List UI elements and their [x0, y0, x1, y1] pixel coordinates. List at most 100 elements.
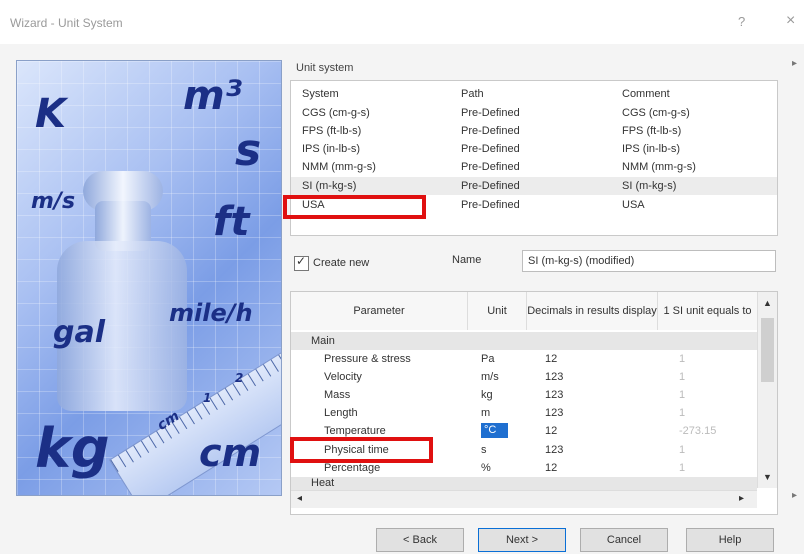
- param-decimals[interactable]: 123: [545, 407, 563, 419]
- param-name: Length: [324, 407, 358, 419]
- param-decimals[interactable]: 123: [545, 389, 563, 401]
- param-row-pressure[interactable]: Pressure & stress Pa 12 1: [291, 350, 757, 369]
- horizontal-scrollbar[interactable]: ◂ ▸: [291, 490, 757, 508]
- help-icon[interactable]: ?: [738, 14, 745, 29]
- create-new-label: Create new: [313, 257, 370, 269]
- param-unit[interactable]: m/s: [481, 371, 499, 383]
- column-system[interactable]: System: [302, 88, 339, 100]
- column-comment[interactable]: Comment: [622, 88, 670, 100]
- scroll-right-icon[interactable]: ▸: [739, 493, 744, 504]
- scroll-thumb[interactable]: [761, 318, 774, 382]
- param-si-factor: 1: [679, 444, 686, 456]
- list-row-usa[interactable]: USA Pre-Defined USA: [291, 196, 777, 214]
- system-name: NMM (mm-g-s): [302, 161, 376, 173]
- glyph-cubic-meter: m³: [183, 73, 243, 119]
- window-title: Wizard - Unit System: [10, 16, 123, 30]
- system-path: Pre-Defined: [461, 161, 520, 173]
- unit-system-list[interactable]: System Path Comment CGS (cm-g-s) Pre-Def…: [290, 80, 778, 236]
- scroll-down-icon[interactable]: ▼: [763, 472, 772, 482]
- param-unit[interactable]: %: [481, 462, 491, 474]
- list-row-cgs[interactable]: CGS (cm-g-s) Pre-Defined CGS (cm-g-s): [291, 104, 777, 122]
- list-row-fps[interactable]: FPS (ft-lb-s) Pre-Defined FPS (ft-lb-s): [291, 122, 777, 140]
- close-icon[interactable]: ×: [786, 12, 795, 30]
- group-main[interactable]: Main: [291, 332, 757, 350]
- system-name: USA: [302, 199, 325, 211]
- param-unit[interactable]: s: [481, 444, 487, 456]
- vertical-scrollbar[interactable]: ▲ ▼: [757, 292, 777, 488]
- system-path: Pre-Defined: [461, 125, 520, 137]
- glyph-centimeter: cm: [199, 431, 262, 475]
- param-name: Pressure & stress: [324, 353, 411, 365]
- column-parameter[interactable]: Parameter: [291, 292, 468, 330]
- param-row-velocity[interactable]: Velocity m/s 123 1: [291, 368, 757, 387]
- system-path: Pre-Defined: [461, 199, 520, 211]
- param-row-mass[interactable]: Mass kg 123 1: [291, 386, 757, 405]
- param-row-percentage[interactable]: Percentage % 12 1: [291, 459, 757, 478]
- glyph-mile-per-hour: mile/h: [169, 299, 253, 327]
- glyph-kilogram: kg: [35, 417, 110, 480]
- param-unit[interactable]: Pa: [481, 353, 494, 365]
- system-name: IPS (in-lb-s): [302, 143, 361, 155]
- glyph-kelvin: K: [35, 91, 66, 137]
- param-decimals[interactable]: 12: [545, 462, 557, 474]
- scroll-left-icon[interactable]: ◂: [297, 493, 302, 504]
- help-button[interactable]: Help: [686, 528, 774, 552]
- param-row-length[interactable]: Length m 123 1: [291, 404, 757, 423]
- parameter-grid[interactable]: Parameter Unit Decimals in results displ…: [290, 291, 778, 515]
- system-name: CGS (cm-g-s): [302, 107, 370, 119]
- column-unit[interactable]: Unit: [468, 292, 527, 330]
- column-path[interactable]: Path: [461, 88, 484, 100]
- unit-system-label: Unit system: [296, 62, 354, 74]
- list-row-si[interactable]: SI (m-kg-s) Pre-Defined SI (m-kg-s): [291, 177, 777, 195]
- system-comment: FPS (ft-lb-s): [622, 125, 682, 137]
- list-row-ips[interactable]: IPS (in-lb-s) Pre-Defined IPS (in-lb-s): [291, 140, 777, 158]
- system-comment: CGS (cm-g-s): [622, 107, 690, 119]
- column-decimals[interactable]: Decimals in results display: [527, 292, 658, 330]
- system-name: SI (m-kg-s): [302, 180, 357, 192]
- system-path: Pre-Defined: [461, 143, 520, 155]
- glyph-second: s: [235, 125, 262, 176]
- list-row-nmm[interactable]: NMM (mm-g-s) Pre-Defined NMM (mm-g-s): [291, 158, 777, 176]
- param-row-physical-time[interactable]: Physical time s 123 1: [291, 441, 757, 460]
- param-si-factor: 1: [679, 353, 686, 365]
- scroll-right-icon[interactable]: ▸: [792, 58, 797, 69]
- ruler-tick-2: 2: [235, 371, 244, 385]
- list-header: System Path Comment: [291, 85, 777, 103]
- scroll-up-icon[interactable]: ▲: [763, 298, 772, 308]
- param-decimals[interactable]: 123: [545, 444, 563, 456]
- group-heat[interactable]: Heat: [291, 477, 757, 490]
- back-button[interactable]: < Back: [376, 528, 464, 552]
- next-button[interactable]: Next >: [478, 528, 566, 552]
- param-si-factor: 1: [679, 389, 686, 401]
- param-row-temperature[interactable]: Temperature °C 12 -273.15: [291, 422, 757, 441]
- system-path: Pre-Defined: [461, 180, 520, 192]
- param-name: Velocity: [324, 371, 362, 383]
- param-decimals[interactable]: 12: [545, 425, 557, 437]
- param-unit[interactable]: kg: [481, 389, 493, 401]
- system-path: Pre-Defined: [461, 107, 520, 119]
- unit-system-illustration: K m³ s m/s ft gal mile/h kg cm cm 1 2: [16, 60, 282, 496]
- column-si-equals[interactable]: 1 SI unit equals to: [658, 292, 758, 330]
- name-field[interactable]: SI (m-kg-s) (modified): [522, 250, 776, 272]
- create-new-checkbox[interactable]: [294, 254, 309, 271]
- system-comment: NMM (mm-g-s): [622, 161, 696, 173]
- param-unit-selected[interactable]: °C: [481, 423, 509, 438]
- param-decimals[interactable]: 12: [545, 353, 557, 365]
- param-name: Temperature: [324, 425, 386, 437]
- title-bar: Wizard - Unit System ? ×: [0, 0, 804, 44]
- system-comment: IPS (in-lb-s): [622, 143, 681, 155]
- group-heat-label: Heat: [311, 477, 335, 489]
- ruler-tick-1: 1: [203, 391, 212, 405]
- param-decimals[interactable]: 123: [545, 371, 563, 383]
- system-name: FPS (ft-lb-s): [302, 125, 362, 137]
- glyph-gallon: gal: [53, 315, 106, 350]
- system-comment: USA: [622, 199, 645, 211]
- param-name: Physical time: [324, 444, 389, 456]
- param-si-factor: -273.15: [679, 425, 717, 437]
- scroll-right-icon[interactable]: ▸: [792, 490, 797, 501]
- system-comment: SI (m-kg-s): [622, 180, 677, 192]
- glyph-meter-per-second: m/s: [31, 189, 76, 214]
- cancel-button[interactable]: Cancel: [580, 528, 668, 552]
- param-name: Percentage: [324, 462, 381, 474]
- param-unit[interactable]: m: [481, 407, 490, 419]
